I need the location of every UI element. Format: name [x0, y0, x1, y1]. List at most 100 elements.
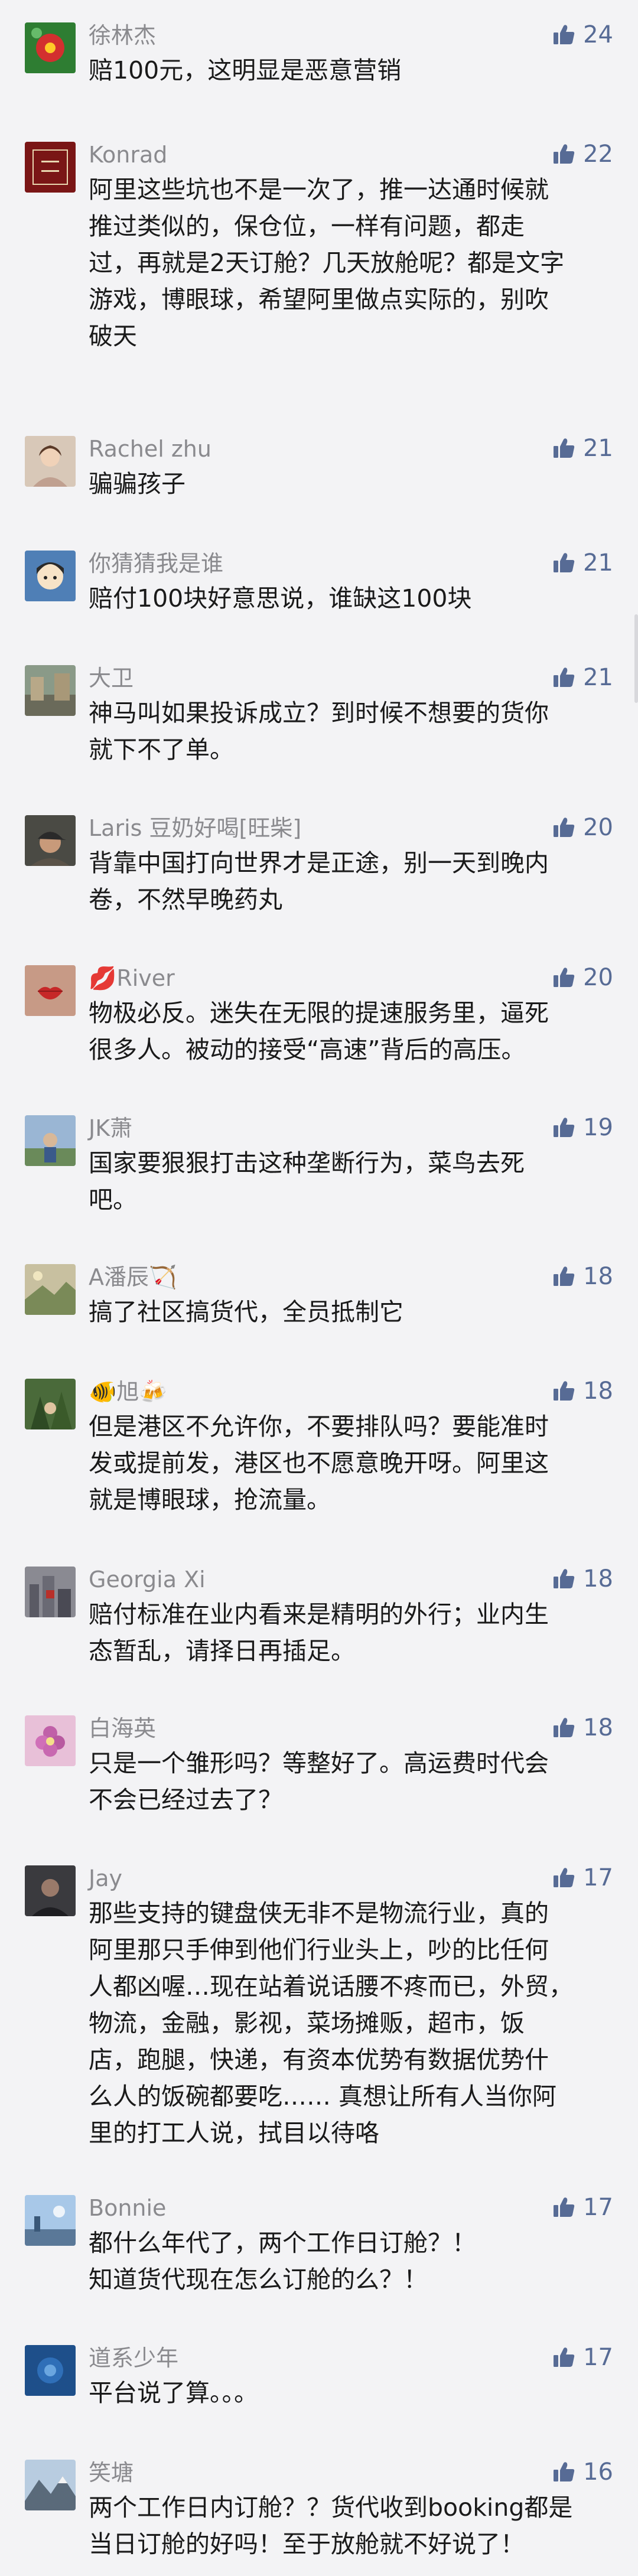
- avatar[interactable]: [25, 551, 76, 601]
- thumbs-up-icon: [554, 1381, 575, 1401]
- like-button[interactable]: 20: [552, 813, 613, 842]
- comment-text: 背靠中国打向世界才是正途，别一天到晚内 卷，不然早晚药丸: [89, 849, 549, 914]
- like-button[interactable]: 24: [552, 20, 613, 50]
- scrollbar[interactable]: [634, 614, 638, 703]
- like-count: 17: [583, 1864, 613, 1891]
- outdoor-avatar-icon: [25, 1115, 76, 1166]
- like-button[interactable]: 21: [552, 548, 613, 578]
- thumbs-up-icon: [554, 2462, 575, 2481]
- sky-avatar-icon: [25, 2195, 76, 2246]
- dark-portrait-avatar-icon: [25, 1865, 76, 1916]
- username[interactable]: 白海英: [89, 1714, 156, 1743]
- like-button[interactable]: 19: [552, 1113, 613, 1142]
- comment-text: 阿里这些坑也不是一次了，推一达通时候就 推过类似的，保仓位，一样有问题，都走 过…: [89, 175, 565, 350]
- like-button[interactable]: 18: [552, 1262, 613, 1291]
- thumbs-up-icon: [554, 1868, 575, 1887]
- username[interactable]: Jay: [89, 1864, 122, 1893]
- like-count: 18: [583, 1565, 613, 1593]
- like-count: 19: [583, 1114, 613, 1141]
- thumbs-up-icon: [554, 667, 575, 687]
- like-button[interactable]: 21: [552, 663, 613, 692]
- landscape-avatar-icon: [25, 1264, 76, 1315]
- comment-text: 赔付标准在业内看来是精明的外行；业内生 态暂乱，请择日再插足。: [89, 1600, 549, 1665]
- thumbs-up-icon: [554, 1718, 575, 1737]
- avatar[interactable]: [25, 815, 76, 866]
- street-avatar-icon: [25, 665, 76, 716]
- thumbs-up-icon: [554, 1118, 575, 1137]
- username[interactable]: Rachel zhu: [89, 435, 211, 463]
- cap-man-avatar-icon: [25, 815, 76, 866]
- avatar[interactable]: [25, 2460, 76, 2510]
- like-button[interactable]: 20: [552, 963, 613, 992]
- thumbs-up-icon: [554, 553, 575, 572]
- like-count: 17: [583, 2344, 613, 2371]
- thumbs-up-icon: [554, 968, 575, 987]
- thumbs-up-icon: [554, 2197, 575, 2217]
- username[interactable]: Laris 豆奶好喝[旺柴]: [89, 814, 301, 842]
- thumbs-up-icon: [554, 1266, 575, 1286]
- comment-text: 国家要狠狠打击这种垄断行为，菜鸟去死 吧。: [89, 1149, 525, 1214]
- thumbs-up-icon: [554, 1569, 575, 1588]
- avatar[interactable]: [25, 1567, 76, 1617]
- like-button[interactable]: 21: [552, 434, 613, 463]
- avatar[interactable]: [25, 1715, 76, 1766]
- flower-avatar-icon: [25, 1715, 76, 1766]
- avatar[interactable]: [25, 2195, 76, 2246]
- username[interactable]: 🐠旭🍻: [89, 1377, 167, 1406]
- avatar[interactable]: [25, 142, 76, 193]
- like-button[interactable]: 18: [552, 1564, 613, 1594]
- avatar[interactable]: [25, 1264, 76, 1315]
- username[interactable]: 笑塘: [89, 2458, 134, 2487]
- comment-text: 那些支持的键盘侠无非不是物流行业，真的 阿里那只手伸到他们行业头上，吵的比任何 …: [89, 1899, 573, 2147]
- thumbs-up-icon: [554, 2347, 575, 2367]
- avatar[interactable]: [25, 1379, 76, 1429]
- lips-avatar-icon: [25, 965, 76, 1016]
- like-button[interactable]: 18: [552, 1376, 613, 1406]
- username[interactable]: Bonnie: [89, 2194, 166, 2222]
- username[interactable]: 徐林杰: [89, 21, 156, 50]
- cartoon-avatar-icon: [25, 551, 76, 601]
- mountain-avatar-icon: [25, 2460, 76, 2510]
- like-button[interactable]: 17: [552, 1863, 613, 1893]
- calligraphy-avatar-icon: [25, 142, 76, 193]
- avatar[interactable]: [25, 1115, 76, 1166]
- username[interactable]: 大卫: [89, 664, 134, 692]
- avatar[interactable]: [25, 665, 76, 716]
- username[interactable]: JK萧: [89, 1114, 132, 1142]
- comment-text: 两个工作日内订舱？？货代收到booking都是 当日订舱的好吗！至于放舱就不好说…: [89, 2493, 573, 2558]
- like-count: 20: [583, 814, 613, 841]
- forest-avatar-icon: [25, 1379, 76, 1429]
- like-button[interactable]: 22: [552, 139, 613, 169]
- like-button[interactable]: 16: [552, 2457, 613, 2487]
- username[interactable]: 道系少年: [89, 2344, 178, 2372]
- avatar[interactable]: [25, 436, 76, 487]
- avatar[interactable]: [25, 965, 76, 1016]
- comment-text: 物极必反。迷失在无限的提速服务里，逼死 很多人。被动的接受“高速”背后的高压。: [89, 999, 549, 1064]
- avatar[interactable]: [25, 1865, 76, 1916]
- avatar[interactable]: [25, 22, 76, 73]
- comment-list: 徐林杰 24 赔100元，这明显是恶意营销 Konrad 22 阿里这些坑也不是…: [0, 0, 638, 2576]
- like-count: 22: [583, 141, 613, 168]
- comment-text: 搞了社区搞货代，全员抵制它: [89, 1298, 403, 1326]
- thumbs-up-icon: [554, 144, 575, 164]
- portrait-avatar-icon: [25, 436, 76, 487]
- like-button[interactable]: 18: [552, 1713, 613, 1743]
- like-button[interactable]: 17: [552, 2193, 613, 2222]
- username[interactable]: Georgia Xi: [89, 1565, 206, 1594]
- avatar[interactable]: [25, 2345, 76, 2396]
- comment-text: 都什么年代了，两个工作日订舱？！ 知道货代现在怎么订舱的么？！: [89, 2229, 476, 2294]
- comment-text: 平台说了算。。。: [89, 2379, 258, 2407]
- city-avatar-icon: [25, 1567, 76, 1617]
- comment-text: 赔100元，这明显是恶意营销: [89, 56, 402, 84]
- thumbs-up-icon: [554, 438, 575, 458]
- username[interactable]: 你猜猜我是谁: [89, 549, 223, 578]
- comment-text: 只是一个雏形吗？等整好了。高运费时代会 不会已经过去了？: [89, 1749, 549, 1814]
- blue-avatar-icon: [25, 2345, 76, 2396]
- comment-text: 骗骗孩子: [89, 470, 185, 498]
- username[interactable]: A潘辰🏹: [89, 1263, 177, 1291]
- red-flower-avatar-icon: [25, 22, 76, 73]
- like-count: 18: [583, 1263, 613, 1290]
- username[interactable]: Konrad: [89, 141, 167, 169]
- like-button[interactable]: 17: [552, 2343, 613, 2372]
- username[interactable]: 💋River: [89, 964, 175, 992]
